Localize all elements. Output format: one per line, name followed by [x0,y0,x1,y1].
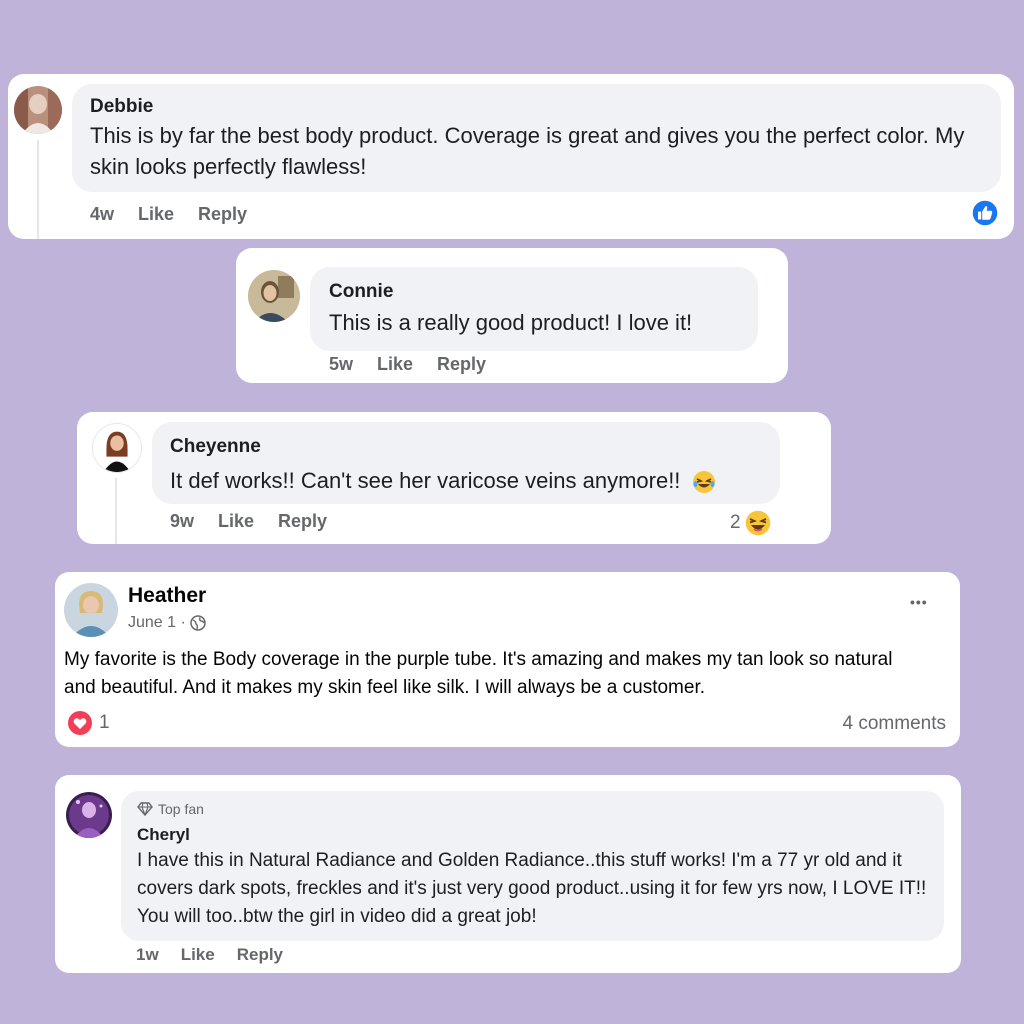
comment-card-cheyenne: Cheyenne It def works!! Can't see her va… [77,412,831,544]
author-name[interactable]: Heather [128,584,206,608]
laughing-emoji-icon [743,508,773,538]
comment-time: 4w [90,204,115,224]
like-button[interactable]: Like [218,511,254,532]
avatar[interactable] [64,583,118,637]
comment-time: 9w [170,511,195,531]
top-fan-label: Top fan [158,801,204,817]
like-button[interactable]: Like [377,354,413,375]
comment-bubble: Connie This is a really good product! I … [310,267,758,351]
reply-button[interactable]: Reply [437,354,486,375]
post-meta: June 1 · [128,614,206,632]
more-options-button[interactable]: ••• [910,594,928,610]
comment-card-connie: Connie This is a really good product! I … [236,248,788,383]
avatar[interactable] [14,86,62,134]
comment-time: 1w [136,945,159,964]
like-button[interactable]: Like [138,204,174,225]
comment-text: It def works!! Can't see her varicose ve… [170,468,717,495]
post-card-heather: Heather June 1 · ••• My favorite is the … [55,572,960,747]
comment-actions: 1w Like Reply [136,945,283,965]
comment-text: This is a really good product! I love it… [329,310,693,335]
comment-bubble: Cheyenne It def works!! Can't see her va… [152,422,780,504]
comments-count[interactable]: 4 comments [843,713,946,735]
avatar[interactable] [92,423,142,473]
reaction-count: 1 [99,712,110,733]
comment-actions: 9w Like Reply [170,511,327,532]
like-button[interactable]: Like [181,945,215,965]
reply-button[interactable]: Reply [237,945,283,965]
comment-actions: 5w Like Reply [329,354,486,375]
comment-bubble: Debbie This is by far the best body prod… [72,84,1001,192]
comment-text-content: It def works!! Can't see her varicose ve… [170,468,681,493]
laughing-emoji-icon [691,469,717,495]
thumbs-up-icon[interactable] [971,199,999,227]
post-reactions[interactable]: 1 [67,710,110,736]
post-date[interactable]: June 1 · [128,614,186,632]
avatar[interactable] [248,270,300,322]
reply-button[interactable]: Reply [278,511,327,532]
commenter-name[interactable]: Debbie [90,96,153,118]
comment-card-debbie: Debbie This is by far the best body prod… [8,74,1014,239]
comment-bubble: Top fan Cheryl I have this in Natural Ra… [121,791,944,941]
commenter-name[interactable]: Connie [329,281,393,303]
globe-icon [190,615,206,631]
commenter-name[interactable]: Cheryl [137,825,190,845]
commenter-name[interactable]: Cheyenne [170,436,261,458]
reply-button[interactable]: Reply [198,204,247,225]
top-fan-badge: Top fan [137,801,204,817]
post-text: My favorite is the Body coverage in the … [64,649,893,698]
heart-icon [67,710,93,736]
reaction-count: 2 [730,512,741,533]
comment-text: This is by far the best body product. Co… [90,123,965,179]
diamond-icon [137,802,153,817]
thread-line [37,140,39,239]
reaction-summary[interactable]: 2 [730,508,773,538]
thread-line [115,478,117,544]
avatar[interactable] [66,792,112,838]
comment-actions: 4w Like Reply [90,204,247,225]
comment-time: 5w [329,354,354,374]
comment-text: I have this in Natural Radiance and Gold… [137,850,927,927]
comment-card-cheryl: Top fan Cheryl I have this in Natural Ra… [55,775,961,973]
